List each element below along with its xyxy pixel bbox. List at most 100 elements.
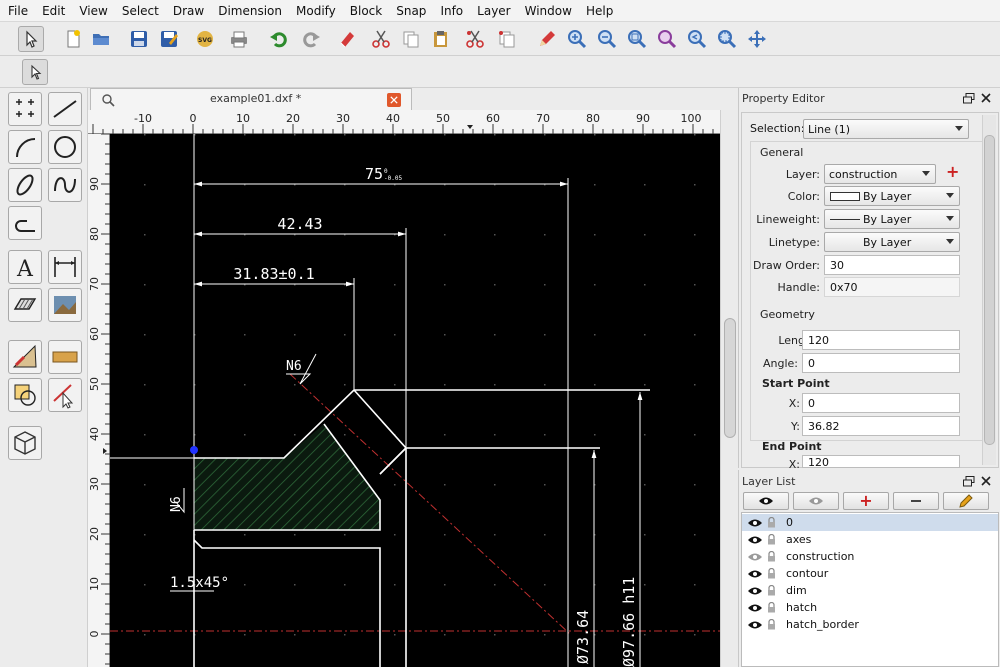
menu-layer[interactable]: Layer: [477, 4, 510, 18]
layer-row[interactable]: hatch: [742, 599, 998, 616]
hide-all-layers-button[interactable]: [793, 492, 839, 510]
selection-combo[interactable]: Line (1): [803, 119, 969, 139]
eye-hidden-icon[interactable]: [747, 552, 763, 562]
polyline-tool-icon[interactable]: [8, 206, 42, 240]
cut-ref-icon[interactable]: [462, 26, 488, 52]
menu-info[interactable]: Info: [440, 4, 463, 18]
zoom-window-icon[interactable]: [714, 26, 740, 52]
eye-icon[interactable]: [747, 569, 763, 579]
export-svg-icon[interactable]: SVG: [192, 26, 218, 52]
block-tool-icon[interactable]: [8, 378, 42, 412]
lock-icon[interactable]: [767, 602, 776, 613]
eye-icon[interactable]: [747, 603, 763, 613]
text-tool-icon[interactable]: A: [8, 250, 42, 284]
undo-icon[interactable]: [266, 26, 292, 52]
scrollbar-thumb[interactable]: [724, 318, 736, 438]
menu-block[interactable]: Block: [350, 4, 382, 18]
eye-icon[interactable]: [747, 586, 763, 596]
lock-icon[interactable]: [767, 551, 776, 562]
save-as-icon[interactable]: [156, 26, 182, 52]
menu-window[interactable]: Window: [525, 4, 572, 18]
angle-field[interactable]: 0: [802, 353, 960, 373]
layer-row[interactable]: dim: [742, 582, 998, 599]
lock-icon[interactable]: [767, 568, 776, 579]
measure-tool-icon[interactable]: [8, 340, 42, 374]
zoom-previous-icon[interactable]: [684, 26, 710, 52]
start-x-field[interactable]: 0: [802, 393, 960, 413]
new-file-icon[interactable]: [60, 26, 86, 52]
layer-row[interactable]: 0: [742, 514, 998, 531]
add-layer-button[interactable]: +: [843, 492, 889, 510]
menu-file[interactable]: File: [8, 4, 28, 18]
menu-modify[interactable]: Modify: [296, 4, 336, 18]
zoom-auto-icon[interactable]: [624, 26, 650, 52]
zoom-in-icon[interactable]: [564, 26, 590, 52]
layer-row[interactable]: hatch_border: [742, 616, 998, 633]
redo-icon[interactable]: [298, 26, 324, 52]
property-scrollbar[interactable]: [982, 115, 996, 465]
length-field[interactable]: 120: [802, 330, 960, 350]
menu-select[interactable]: Select: [122, 4, 159, 18]
linetype-combo[interactable]: By Layer: [824, 232, 960, 252]
arc-tool-icon[interactable]: [8, 130, 42, 164]
save-icon[interactable]: [126, 26, 152, 52]
float-panel-icon[interactable]: [963, 93, 975, 104]
menu-help[interactable]: Help: [586, 4, 613, 18]
layer-row[interactable]: axes: [742, 531, 998, 548]
line-tool-icon[interactable]: [48, 92, 82, 126]
circle-tool-icon[interactable]: [48, 130, 82, 164]
select-arrow-small-icon[interactable]: [22, 59, 48, 85]
lineweight-combo[interactable]: By Layer: [824, 209, 960, 229]
spline-tool-icon[interactable]: [48, 168, 82, 202]
image-tool-icon[interactable]: [48, 288, 82, 322]
vertical-scrollbar[interactable]: [720, 110, 738, 667]
point-tool-icon[interactable]: [8, 92, 42, 126]
ruler-tool-icon[interactable]: [48, 340, 82, 374]
eye-icon[interactable]: [747, 518, 763, 528]
select-arrow-icon[interactable]: [18, 26, 44, 52]
menu-snap[interactable]: Snap: [396, 4, 426, 18]
layer-combo[interactable]: construction: [824, 164, 936, 184]
end-x-field[interactable]: 120: [802, 455, 960, 468]
pencil-icon[interactable]: [534, 26, 560, 52]
menu-view[interactable]: View: [79, 4, 107, 18]
dimension-tool-icon[interactable]: [48, 250, 82, 284]
close-panel-icon[interactable]: [981, 93, 991, 103]
close-tab-icon[interactable]: [387, 93, 401, 107]
paste-icon[interactable]: [428, 26, 454, 52]
layer-row[interactable]: contour: [742, 565, 998, 582]
start-y-field[interactable]: 36.82: [802, 416, 960, 436]
copy-ref-icon[interactable]: [494, 26, 520, 52]
show-all-layers-button[interactable]: [743, 492, 789, 510]
add-layer-icon[interactable]: +: [946, 162, 959, 181]
zoom-out-icon[interactable]: [594, 26, 620, 52]
hatch-tool-icon[interactable]: [8, 288, 42, 322]
modify-tool-icon[interactable]: [48, 378, 82, 412]
eye-icon[interactable]: [747, 620, 763, 630]
menu-draw[interactable]: Draw: [173, 4, 204, 18]
color-combo[interactable]: By Layer: [824, 186, 960, 206]
remove-layer-button[interactable]: [893, 492, 939, 510]
lock-icon[interactable]: [767, 534, 776, 545]
lock-icon[interactable]: [767, 619, 776, 630]
edit-layer-button[interactable]: [943, 492, 989, 510]
cut-icon[interactable]: [368, 26, 394, 52]
eye-icon[interactable]: [747, 535, 763, 545]
ellipse-tool-icon[interactable]: [8, 168, 42, 202]
property-scrollbar-thumb[interactable]: [984, 135, 995, 445]
eraser-icon[interactable]: [334, 26, 360, 52]
lock-icon[interactable]: [767, 585, 776, 596]
close-panel-icon[interactable]: [981, 476, 991, 486]
pan-icon[interactable]: [744, 26, 770, 52]
menu-edit[interactable]: Edit: [42, 4, 65, 18]
print-icon[interactable]: [226, 26, 252, 52]
3d-box-tool-icon[interactable]: [8, 426, 42, 460]
layer-row[interactable]: construction: [742, 548, 998, 565]
float-panel-icon[interactable]: [963, 476, 975, 487]
menu-dimension[interactable]: Dimension: [218, 4, 282, 18]
open-folder-icon[interactable]: [88, 26, 114, 52]
drawing-canvas[interactable]: 75 0 -0.05 42.43 31.83±0.1 N6 N6 1.5x45°…: [110, 134, 720, 667]
zoom-selection-icon[interactable]: [654, 26, 680, 52]
selection-grip[interactable]: [190, 446, 198, 454]
draworder-field[interactable]: 30: [824, 255, 960, 275]
